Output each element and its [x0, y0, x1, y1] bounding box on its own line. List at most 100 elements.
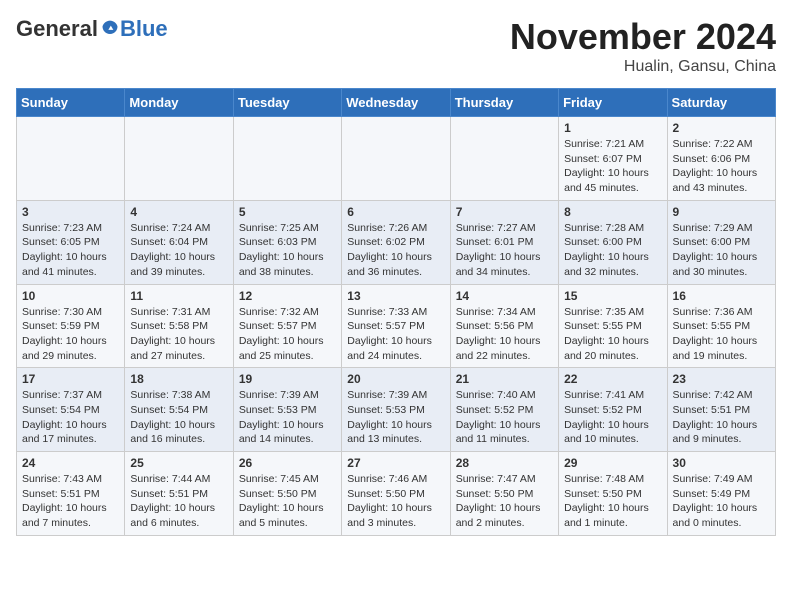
calendar-cell-w3-d1: 18 Sunrise: 7:38 AMSunset: 5:54 PMDayligh…: [125, 368, 233, 452]
calendar-cell-w2-d6: 16Sunrise: 7:36 AMSunset: 5:55 PMDayligh…: [667, 284, 775, 368]
day-number: 28: [456, 456, 553, 470]
day-info: Sunrise: 7:41 AMSunset: 5:52 PMDaylight:…: [564, 388, 661, 447]
calendar-cell-w3-d4: 21 Sunrise: 7:40 AMSunset: 5:52 PMDayligh…: [450, 368, 558, 452]
day-info: Sunrise: 7:29 AMSunset: 6:00 PMDaylight:…: [673, 221, 770, 280]
day-info: Sunrise: 7:22 AMSunset: 6:06 PMDaylight:…: [673, 137, 770, 196]
calendar-cell-w1-d0: 3 Sunrise: 7:23 AMSunset: 6:05 PMDaylight…: [17, 200, 125, 284]
calendar-cell-w0-d1: [125, 117, 233, 201]
day-number: 12: [239, 289, 336, 303]
calendar-week-row-2: 10 Sunrise: 7:30 AMSunset: 5:59 PMDayligh…: [17, 284, 776, 368]
day-number: 11: [130, 289, 227, 303]
day-number: 19: [239, 372, 336, 386]
day-number: 16: [673, 289, 770, 303]
calendar-cell-w4-d0: 24Sunrise: 7:43 AMSunset: 5:51 PMDayligh…: [17, 452, 125, 536]
day-number: 5: [239, 205, 336, 219]
day-info: Sunrise: 7:28 AMSunset: 6:00 PMDaylight:…: [564, 221, 661, 280]
calendar-cell-w3-d0: 17 Sunrise: 7:37 AMSunset: 5:54 PMDayligh…: [17, 368, 125, 452]
calendar-cell-w3-d6: 23 Sunrise: 7:42 AMSunset: 5:51 PMDayligh…: [667, 368, 775, 452]
calendar-cell-w4-d6: 30 Sunrise: 7:49 AMSunset: 5:49 PMDayligh…: [667, 452, 775, 536]
header: General Blue November 2024 Hualin, Gansu…: [16, 16, 776, 76]
day-info: Sunrise: 7:44 AMSunset: 5:51 PMDaylight:…: [130, 472, 227, 531]
day-number: 26: [239, 456, 336, 470]
calendar-cell-w1-d3: 6 Sunrise: 7:26 AMSunset: 6:02 PMDaylight…: [342, 200, 450, 284]
day-info: Sunrise: 7:49 AMSunset: 5:49 PMDaylight:…: [673, 472, 770, 531]
calendar-week-row-0: 1Sunrise: 7:21 AMSunset: 6:07 PMDaylight…: [17, 117, 776, 201]
day-number: 24: [22, 456, 119, 470]
calendar-cell-w1-d1: 4 Sunrise: 7:24 AMSunset: 6:04 PMDaylight…: [125, 200, 233, 284]
day-info: Sunrise: 7:42 AMSunset: 5:51 PMDaylight:…: [673, 388, 770, 447]
weekday-thursday: Thursday: [450, 89, 558, 117]
calendar-cell-w2-d3: 13 Sunrise: 7:33 AMSunset: 5:57 PMDayligh…: [342, 284, 450, 368]
calendar-week-row-1: 3 Sunrise: 7:23 AMSunset: 6:05 PMDaylight…: [17, 200, 776, 284]
calendar-table: Sunday Monday Tuesday Wednesday Thursday…: [16, 88, 776, 536]
calendar-cell-w1-d5: 8 Sunrise: 7:28 AMSunset: 6:00 PMDaylight…: [559, 200, 667, 284]
day-number: 13: [347, 289, 444, 303]
weekday-wednesday: Wednesday: [342, 89, 450, 117]
weekday-tuesday: Tuesday: [233, 89, 341, 117]
day-number: 21: [456, 372, 553, 386]
day-info: Sunrise: 7:38 AMSunset: 5:54 PMDaylight:…: [130, 388, 227, 447]
day-info: Sunrise: 7:32 AMSunset: 5:57 PMDaylight:…: [239, 305, 336, 364]
weekday-saturday: Saturday: [667, 89, 775, 117]
day-info: Sunrise: 7:27 AMSunset: 6:01 PMDaylight:…: [456, 221, 553, 280]
calendar-cell-w3-d5: 22 Sunrise: 7:41 AMSunset: 5:52 PMDayligh…: [559, 368, 667, 452]
day-info: Sunrise: 7:39 AMSunset: 5:53 PMDaylight:…: [347, 388, 444, 447]
calendar-cell-w2-d1: 11Sunrise: 7:31 AMSunset: 5:58 PMDayligh…: [125, 284, 233, 368]
day-number: 25: [130, 456, 227, 470]
logo-icon: [100, 19, 120, 39]
day-number: 10: [22, 289, 119, 303]
calendar-cell-w1-d4: 7 Sunrise: 7:27 AMSunset: 6:01 PMDaylight…: [450, 200, 558, 284]
day-number: 14: [456, 289, 553, 303]
day-number: 9: [673, 205, 770, 219]
calendar-cell-w0-d5: 1Sunrise: 7:21 AMSunset: 6:07 PMDaylight…: [559, 117, 667, 201]
calendar-cell-w0-d3: [342, 117, 450, 201]
day-info: Sunrise: 7:40 AMSunset: 5:52 PMDaylight:…: [456, 388, 553, 447]
day-number: 30: [673, 456, 770, 470]
day-info: Sunrise: 7:34 AMSunset: 5:56 PMDaylight:…: [456, 305, 553, 364]
day-info: Sunrise: 7:25 AMSunset: 6:03 PMDaylight:…: [239, 221, 336, 280]
day-info: Sunrise: 7:47 AMSunset: 5:50 PMDaylight:…: [456, 472, 553, 531]
weekday-monday: Monday: [125, 89, 233, 117]
calendar-cell-w0-d4: [450, 117, 558, 201]
weekday-friday: Friday: [559, 89, 667, 117]
day-info: Sunrise: 7:30 AMSunset: 5:59 PMDaylight:…: [22, 305, 119, 364]
title-block: November 2024 Hualin, Gansu, China: [510, 16, 776, 76]
calendar-cell-w4-d3: 27Sunrise: 7:46 AMSunset: 5:50 PMDayligh…: [342, 452, 450, 536]
day-info: Sunrise: 7:48 AMSunset: 5:50 PMDaylight:…: [564, 472, 661, 531]
calendar-cell-w2-d4: 14 Sunrise: 7:34 AMSunset: 5:56 PMDayligh…: [450, 284, 558, 368]
day-info: Sunrise: 7:37 AMSunset: 5:54 PMDaylight:…: [22, 388, 119, 447]
day-info: Sunrise: 7:26 AMSunset: 6:02 PMDaylight:…: [347, 221, 444, 280]
calendar-cell-w0-d0: [17, 117, 125, 201]
calendar-cell-w4-d2: 26 Sunrise: 7:45 AMSunset: 5:50 PMDayligh…: [233, 452, 341, 536]
calendar-cell-w2-d5: 15Sunrise: 7:35 AMSunset: 5:55 PMDayligh…: [559, 284, 667, 368]
calendar-cell-w4-d4: 28 Sunrise: 7:47 AMSunset: 5:50 PMDayligh…: [450, 452, 558, 536]
calendar-week-row-4: 24Sunrise: 7:43 AMSunset: 5:51 PMDayligh…: [17, 452, 776, 536]
calendar-cell-w2-d0: 10 Sunrise: 7:30 AMSunset: 5:59 PMDayligh…: [17, 284, 125, 368]
day-number: 27: [347, 456, 444, 470]
day-info: Sunrise: 7:24 AMSunset: 6:04 PMDaylight:…: [130, 221, 227, 280]
day-info: Sunrise: 7:45 AMSunset: 5:50 PMDaylight:…: [239, 472, 336, 531]
day-number: 20: [347, 372, 444, 386]
day-info: Sunrise: 7:33 AMSunset: 5:57 PMDaylight:…: [347, 305, 444, 364]
day-number: 6: [347, 205, 444, 219]
day-number: 7: [456, 205, 553, 219]
calendar-cell-w2-d2: 12 Sunrise: 7:32 AMSunset: 5:57 PMDayligh…: [233, 284, 341, 368]
day-number: 15: [564, 289, 661, 303]
calendar-cell-w0-d6: 2 Sunrise: 7:22 AMSunset: 6:06 PMDaylight…: [667, 117, 775, 201]
logo-general-text: General: [16, 16, 98, 42]
day-number: 18: [130, 372, 227, 386]
day-number: 2: [673, 121, 770, 135]
day-number: 17: [22, 372, 119, 386]
day-info: Sunrise: 7:23 AMSunset: 6:05 PMDaylight:…: [22, 221, 119, 280]
weekday-sunday: Sunday: [17, 89, 125, 117]
calendar-cell-w1-d2: 5 Sunrise: 7:25 AMSunset: 6:03 PMDaylight…: [233, 200, 341, 284]
day-number: 8: [564, 205, 661, 219]
day-number: 23: [673, 372, 770, 386]
day-number: 22: [564, 372, 661, 386]
page: General Blue November 2024 Hualin, Gansu…: [0, 0, 792, 552]
day-number: 4: [130, 205, 227, 219]
calendar-cell-w3-d2: 19Sunrise: 7:39 AMSunset: 5:53 PMDayligh…: [233, 368, 341, 452]
logo: General Blue: [16, 16, 168, 42]
day-number: 3: [22, 205, 119, 219]
logo-blue-text: Blue: [120, 16, 168, 42]
